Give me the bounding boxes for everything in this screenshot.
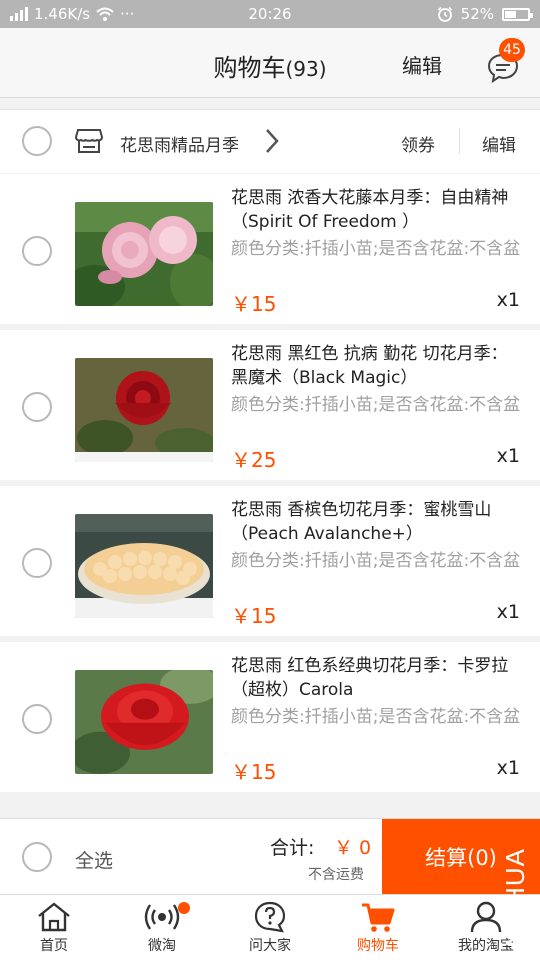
tab-label: 购物车	[357, 938, 399, 954]
status-bar: 1.46K/s ··· 20:26 52%	[0, 0, 540, 28]
item-select-checkbox[interactable]	[22, 548, 52, 578]
pink-rose-photo	[75, 202, 213, 306]
shop-edit-button[interactable]: 编辑	[482, 131, 516, 156]
user-icon	[470, 901, 502, 933]
item-quantity: x1	[496, 757, 520, 779]
item-select-checkbox[interactable]	[22, 704, 52, 734]
product-image[interactable]	[75, 670, 213, 774]
item-sku[interactable]: 颜色分类:扦插小苗;是否含花盆:不含盆	[231, 394, 521, 417]
item-quantity: x1	[496, 289, 520, 311]
item-quantity: x1	[496, 445, 520, 467]
shop-row: 花思雨精品月季 领券 编辑	[0, 109, 540, 173]
product-image[interactable]	[75, 358, 213, 462]
battery-icon	[502, 7, 533, 21]
total-value: ￥ 0	[334, 837, 372, 859]
signal-icon	[10, 7, 28, 21]
message-badge: 45	[499, 38, 525, 62]
item-sku[interactable]: 颜色分类:扦插小苗;是否含花盆:不含盆	[231, 706, 521, 729]
notification-dot	[178, 902, 190, 914]
watermark: MSHUA	[500, 848, 530, 947]
shop-name[interactable]: 花思雨精品月季	[120, 131, 239, 156]
tab-cart[interactable]: 购物车	[324, 895, 432, 960]
dark-red-rose-photo	[75, 358, 213, 462]
cart-item[interactable]: 花思雨 浓香大花藤本月季：自由精神（Spirit Of Freedom ） 颜色…	[0, 174, 540, 324]
tab-home[interactable]: 首页	[0, 895, 108, 960]
item-quantity: x1	[496, 601, 520, 623]
coupon-button[interactable]: 领券	[401, 131, 435, 156]
shipping-note: 不含运费	[308, 867, 364, 883]
question-icon	[254, 901, 286, 933]
item-title[interactable]: 花思雨 浓香大花藤本月季：自由精神（Spirit Of Freedom ）	[231, 186, 521, 234]
tab-ask[interactable]: 问大家	[216, 895, 324, 960]
total-label: 合计:	[270, 837, 315, 859]
peach-rose-bouquet-photo	[75, 514, 213, 618]
cart-item[interactable]: 花思雨 香槟色切花月季：蜜桃雪山（Peach Avalanche+） 颜色分类:…	[0, 486, 540, 636]
item-title[interactable]: 花思雨 香槟色切花月季：蜜桃雪山（Peach Avalanche+）	[231, 498, 521, 546]
cart-header: 购物车(93) 编辑 45	[0, 28, 540, 98]
item-price: ￥15	[231, 604, 277, 628]
shop-divider	[459, 128, 460, 154]
tab-weitao[interactable]: 微淘	[108, 895, 216, 960]
network-speed: 1.46K/s	[34, 5, 91, 23]
item-sku[interactable]: 颜色分类:扦插小苗;是否含花盆:不含盆	[231, 550, 521, 573]
item-price: ￥25	[231, 448, 277, 472]
wifi-icon	[96, 7, 114, 21]
chevron-right-icon[interactable]	[264, 127, 280, 155]
store-icon	[75, 129, 103, 153]
item-title[interactable]: 花思雨 黑红色 抗病 勤花 切花月季：黑魔术（Black Magic）	[231, 342, 521, 390]
battery-percent: 52%	[460, 5, 494, 23]
item-price: ￥15	[231, 760, 277, 784]
tab-label: 微淘	[148, 938, 176, 954]
page-title: 购物车(93)	[0, 48, 540, 83]
product-image[interactable]	[75, 514, 213, 618]
home-icon	[38, 902, 70, 932]
item-select-checkbox[interactable]	[22, 236, 52, 266]
select-all-checkbox[interactable]	[22, 842, 52, 872]
cart-count: (93)	[285, 57, 327, 81]
item-select-checkbox[interactable]	[22, 392, 52, 422]
checkout-bar: 全选 合计: ￥ 0 不含运费 结算(0)	[0, 818, 540, 895]
status-dots: ···	[120, 5, 135, 23]
item-price: ￥15	[231, 292, 277, 316]
alarm-icon	[437, 6, 452, 22]
cart-item[interactable]: 花思雨 黑红色 抗病 勤花 切花月季：黑魔术（Black Magic） 颜色分类…	[0, 330, 540, 480]
broadcast-icon	[144, 904, 180, 930]
item-title[interactable]: 花思雨 红色系经典切花月季：卡罗拉（超枚）Carola	[231, 654, 521, 702]
product-image[interactable]	[75, 202, 213, 306]
select-all-label[interactable]: 全选	[75, 846, 113, 873]
cart-icon	[362, 903, 395, 932]
red-rose-photo	[75, 670, 213, 774]
shop-select-checkbox[interactable]	[22, 126, 52, 156]
app-root: 1.46K/s ··· 20:26 52% 购物车(93) 编辑 45 花思雨精…	[0, 0, 540, 960]
cart-item[interactable]: 花思雨 红色系经典切花月季：卡罗拉（超枚）Carola 颜色分类:扦插小苗;是否…	[0, 642, 540, 792]
tab-label: 问大家	[249, 938, 291, 954]
header-edit-button[interactable]: 编辑	[402, 50, 442, 79]
bottom-tab-bar: 首页 微淘 问大家 购物车 我的淘宝	[0, 894, 540, 960]
page-title-text: 购物车	[213, 54, 286, 82]
item-sku[interactable]: 颜色分类:扦插小苗;是否含花盆:不含盆	[231, 238, 521, 261]
tab-label: 首页	[40, 938, 68, 954]
